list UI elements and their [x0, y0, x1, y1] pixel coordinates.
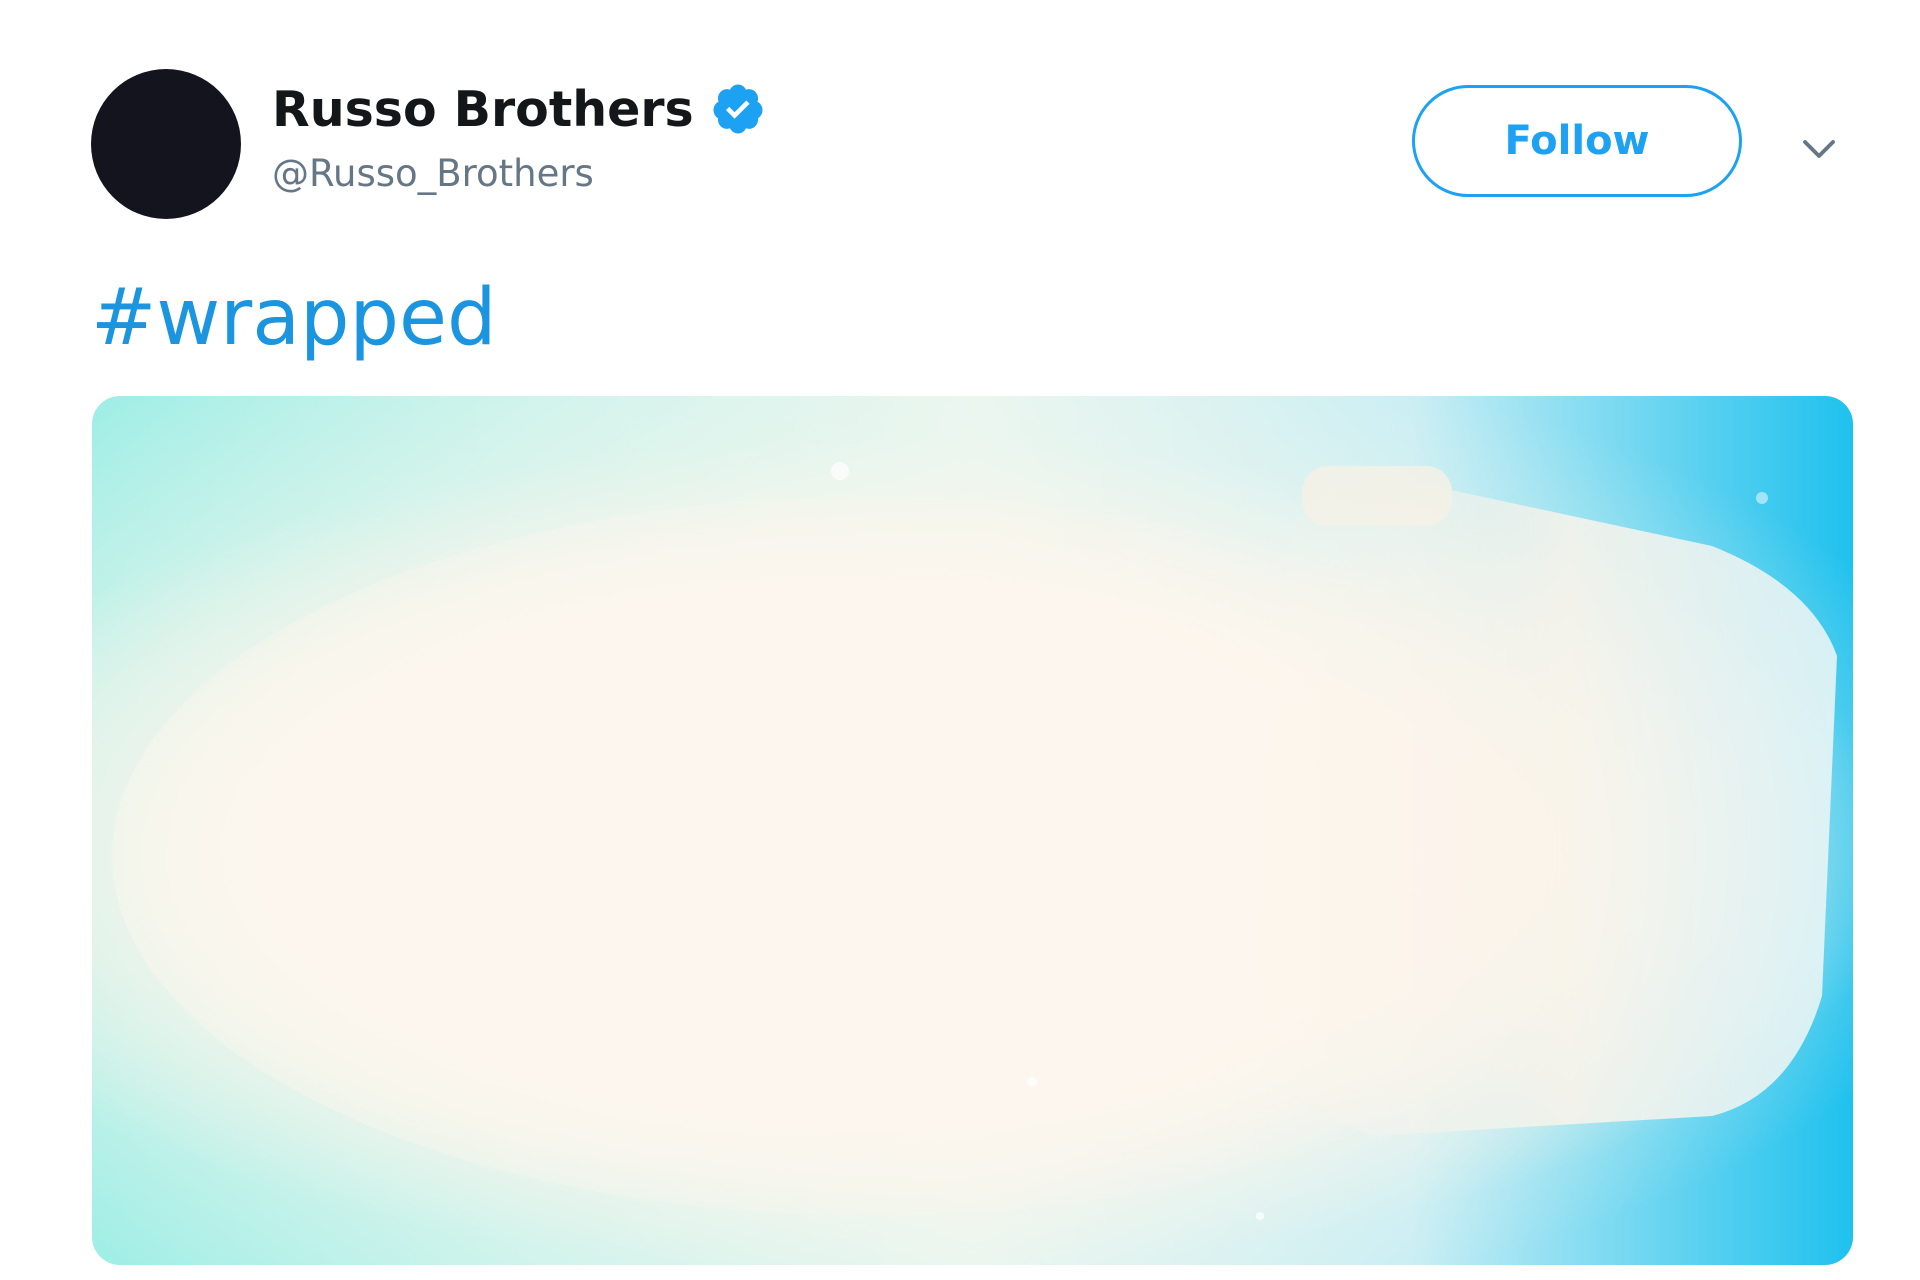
user-info: Russo Brothers @Russo_Brothers: [272, 76, 766, 195]
follow-button[interactable]: Follow: [1412, 85, 1742, 197]
avatar[interactable]: [91, 69, 241, 219]
tweet-text: #wrapped: [91, 268, 497, 368]
user-handle[interactable]: @Russo_Brothers: [272, 152, 766, 195]
chevron-down-icon[interactable]: [1798, 128, 1840, 170]
verified-badge-icon: [710, 81, 766, 137]
name-row: Russo Brothers: [272, 76, 766, 142]
tweet-media-image[interactable]: [92, 396, 1853, 1265]
hashtag-link[interactable]: #wrapped: [91, 273, 497, 363]
media-artwork: [112, 462, 1837, 1220]
tweet-card: Russo Brothers @Russo_Brothers Follow #w…: [0, 0, 1920, 1280]
display-name[interactable]: Russo Brothers: [272, 81, 694, 138]
